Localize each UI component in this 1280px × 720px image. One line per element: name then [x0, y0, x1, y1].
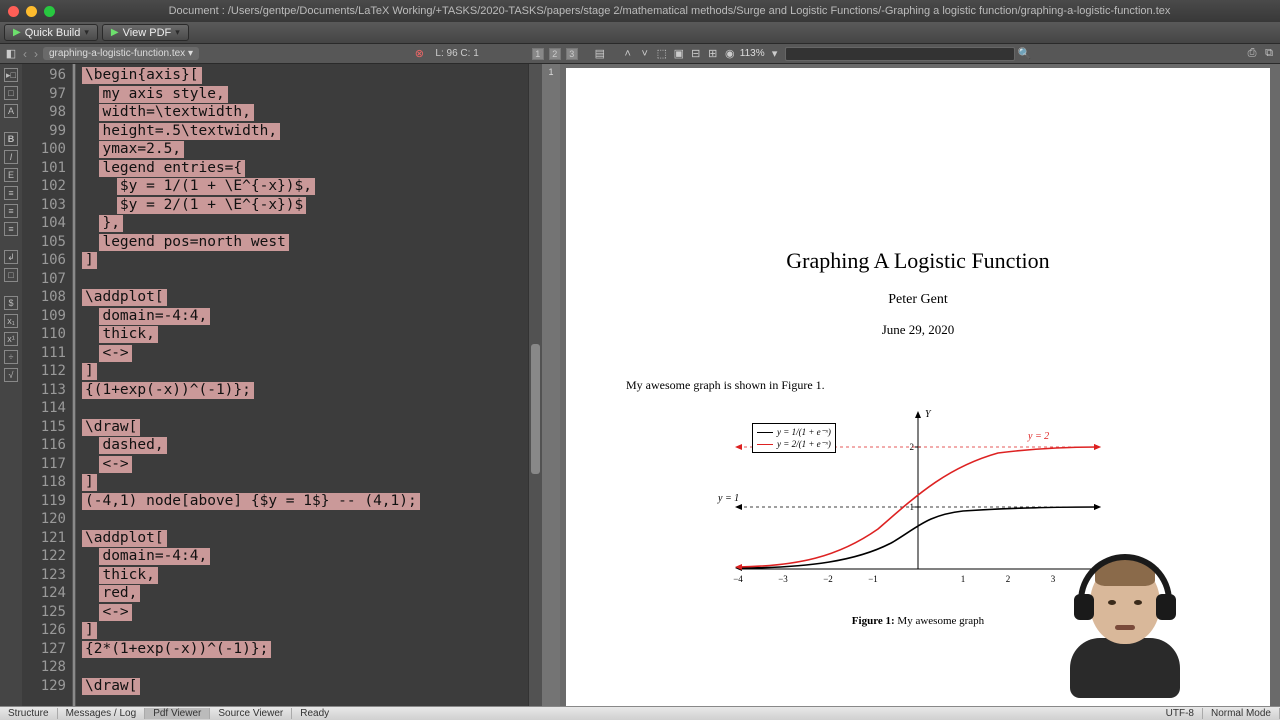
tool-icon[interactable]: □ — [4, 268, 18, 282]
mode-indicator[interactable]: Normal Mode — [1203, 708, 1280, 719]
svg-text:−3: −3 — [778, 574, 788, 584]
quick-build-button[interactable]: ▶ Quick Build ▾ — [4, 24, 98, 41]
zoom-in-icon[interactable]: ⊞ — [706, 47, 720, 61]
maximize-window-icon[interactable] — [44, 6, 55, 17]
forward-icon[interactable]: › — [32, 47, 40, 61]
center-align-icon[interactable]: ≡ — [4, 204, 18, 218]
tool-icon[interactable]: □ — [4, 86, 18, 100]
zoom-out-icon[interactable]: ⊟ — [689, 47, 703, 61]
scrollbar-thumb[interactable] — [531, 344, 540, 474]
code-editor[interactable]: 9697989910010110210310410510610710810911… — [22, 64, 542, 706]
source-viewer-tab[interactable]: Source Viewer — [210, 708, 292, 719]
superscript-icon[interactable]: x¹ — [4, 332, 18, 346]
editor-scrollbar[interactable] — [528, 64, 542, 706]
frac-icon[interactable]: ÷ — [4, 350, 18, 364]
panel-toggle-icon[interactable]: ◧ — [4, 47, 18, 61]
svg-text:3: 3 — [1051, 574, 1056, 584]
status-ready: Ready — [292, 708, 337, 719]
close-window-icon[interactable] — [8, 6, 19, 17]
play-icon: ▶ — [13, 27, 21, 38]
main-toolbar: ▶ Quick Build ▾ ▶ View PDF ▾ — [0, 22, 1280, 44]
fit-page-icon[interactable]: ▣ — [672, 47, 686, 61]
y-axis-label: Y — [925, 409, 931, 420]
minimize-window-icon[interactable] — [26, 6, 37, 17]
newline-icon[interactable]: ↲ — [4, 250, 18, 264]
tab-dropdown-icon: ▾ — [188, 48, 193, 59]
tool-icon[interactable]: ▸□ — [4, 68, 18, 82]
external-viewer-icon[interactable]: ⧉ — [1262, 47, 1276, 61]
svg-text:−2: −2 — [823, 574, 833, 584]
sub-toolbar: ◧ ‹ › graphing-a-logistic-function.tex ▾… — [0, 44, 1280, 64]
messages-tab[interactable]: Messages / Log — [58, 708, 146, 719]
view-pdf-label: View PDF — [123, 27, 172, 39]
webcam-overlay — [1060, 562, 1190, 702]
figure: −4−3−2−1 1234 12 — [728, 409, 1108, 609]
pdf-viewer-tab[interactable]: Pdf Viewer — [145, 708, 210, 719]
math-icon[interactable]: $ — [4, 296, 18, 310]
left-icon-rail: ▸□ □ A B I E ≡ ≡ ≡ ↲ □ $ x₁ x¹ ÷ √ — [0, 64, 22, 706]
page-2-button[interactable]: 2 — [549, 48, 561, 60]
fit-width-icon[interactable]: ⬚ — [655, 47, 669, 61]
titlebar: Document : /Users/gentpe/Documents/LaTeX… — [0, 0, 1280, 22]
svg-text:−4: −4 — [733, 574, 743, 584]
quick-build-label: Quick Build — [25, 27, 81, 39]
asymptote-label-1: y = 1 — [718, 493, 739, 504]
dropdown-icon: ▾ — [84, 27, 89, 38]
right-align-icon[interactable]: ≡ — [4, 222, 18, 236]
left-align-icon[interactable]: ≡ — [4, 186, 18, 200]
pdf-search-input[interactable] — [785, 47, 1015, 61]
play-icon: ▶ — [111, 27, 119, 38]
view-pdf-button[interactable]: ▶ View PDF ▾ — [102, 24, 189, 41]
cursor-position: L: 96 C: 1 — [429, 48, 484, 59]
error-close-icon[interactable]: ⊗ — [412, 47, 426, 61]
preview-ruler: 1 — [542, 64, 560, 706]
doc-date: June 29, 2020 — [626, 322, 1210, 338]
page-1-button[interactable]: 1 — [532, 48, 544, 60]
asymptote-label-2: y = 2 — [1028, 431, 1049, 442]
doc-author: Peter Gent — [626, 292, 1210, 308]
next-page-icon[interactable]: ˅ — [638, 47, 652, 61]
window-controls — [8, 6, 55, 17]
status-bar: Structure Messages / Log Pdf Viewer Sour… — [0, 706, 1280, 720]
doc-body: My awesome graph is shown in Figure 1. — [626, 378, 1210, 393]
line-number-gutter: 9697989910010110210310410510610710810911… — [22, 64, 72, 706]
svg-text:−1: −1 — [868, 574, 878, 584]
svg-text:1: 1 — [961, 574, 966, 584]
bold-icon[interactable]: B — [4, 132, 18, 146]
page-3-button[interactable]: 3 — [566, 48, 578, 60]
doc-title: Graphing A Logistic Function — [626, 248, 1210, 274]
dropdown-icon: ▾ — [175, 27, 180, 38]
page-layout-icon[interactable]: ▤ — [593, 47, 607, 61]
search-icon[interactable]: 🔍 — [1018, 47, 1032, 61]
prev-page-icon[interactable]: ˄ — [621, 47, 635, 61]
back-icon[interactable]: ‹ — [21, 47, 29, 61]
zoom-dropdown-icon[interactable]: ▾ — [768, 47, 782, 61]
tool-icon[interactable]: A — [4, 104, 18, 118]
sqrt-icon[interactable]: √ — [4, 368, 18, 382]
emph-icon[interactable]: E — [4, 168, 18, 182]
subscript-icon[interactable]: x₁ — [4, 314, 18, 328]
file-tab[interactable]: graphing-a-logistic-function.tex ▾ — [43, 47, 199, 60]
italic-icon[interactable]: I — [4, 150, 18, 164]
code-content[interactable]: \begin{axis}[ my axis style, width=\text… — [76, 64, 542, 706]
print-icon[interactable]: ⎙ — [1245, 47, 1259, 61]
document-title: Document : /Users/gentpe/Documents/LaTeX… — [67, 5, 1272, 17]
chart-legend: y = 1/(1 + e⁻ˣ) y = 2/(1 + e⁻ˣ) — [752, 423, 836, 453]
svg-text:2: 2 — [1006, 574, 1011, 584]
presentation-icon[interactable]: ◉ — [723, 47, 737, 61]
zoom-level[interactable]: 113% — [740, 48, 765, 59]
structure-tab[interactable]: Structure — [0, 708, 58, 719]
encoding-indicator[interactable]: UTF-8 — [1158, 708, 1203, 719]
